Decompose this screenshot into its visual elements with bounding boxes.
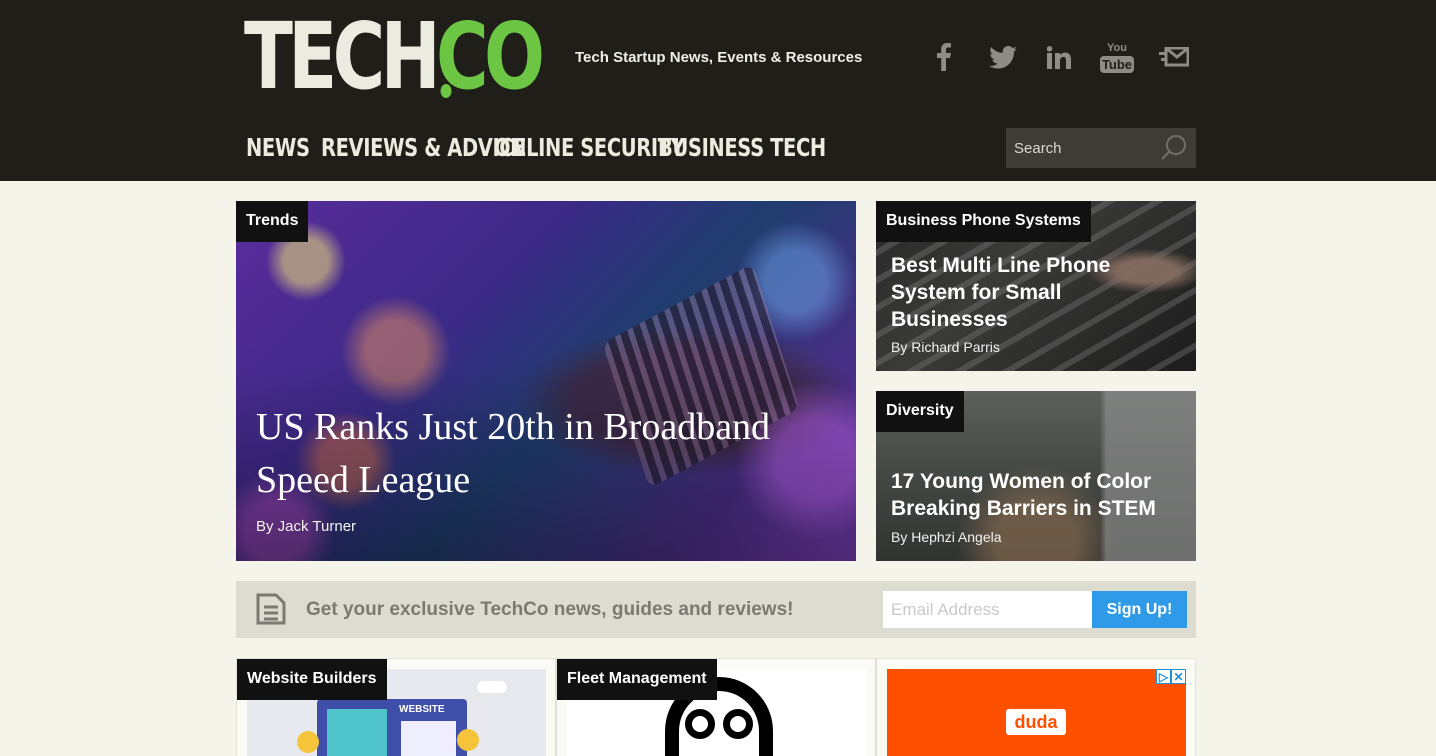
newsletter-promo-text: Get your exclusive TechCo news, guides a…: [306, 599, 794, 620]
side1-article-title[interactable]: Best Multi Line Phone System for Small B…: [891, 252, 1181, 333]
fleet-management-tag[interactable]: Fleet Management: [557, 659, 717, 700]
search-input[interactable]: [1006, 139, 1156, 157]
hero-category-tag[interactable]: Trends: [236, 201, 309, 242]
document-icon: [256, 593, 286, 630]
side1-article-byline: By Richard Parris: [891, 339, 1000, 355]
website-image-label: WEBSITE: [399, 704, 445, 715]
website-builders-tag[interactable]: Website Builders: [237, 659, 387, 700]
logo-co-text: CO: [436, 11, 545, 103]
side2-article-byline: By Hephzi Angela: [891, 529, 1002, 545]
youtube-you-text: You: [1107, 41, 1127, 54]
newsletter-mail-icon[interactable]: [1158, 38, 1190, 76]
search-icon[interactable]: [1160, 134, 1188, 167]
adchoices-icon[interactable]: ▷: [1156, 669, 1171, 684]
side-article-card-2[interactable]: Diversity 17 Young Women of Color Breaki…: [876, 391, 1196, 561]
techco-logo[interactable]: TECH CO: [244, 3, 545, 110]
side2-category-tag[interactable]: Diversity: [876, 391, 964, 432]
email-field[interactable]: [883, 591, 1092, 628]
article-card-fleet-management[interactable]: Fleet Management: [556, 658, 876, 756]
advertisement-slot: duda ▷ ✕: [876, 658, 1196, 756]
logo-tech-text: TECH: [244, 3, 441, 110]
duda-advertisement[interactable]: duda ▷ ✕: [887, 669, 1186, 756]
facebook-icon[interactable]: [933, 38, 955, 76]
twitter-icon[interactable]: [988, 38, 1018, 76]
linkedin-icon[interactable]: [1046, 38, 1072, 76]
logo-co-label: CO: [435, 3, 545, 110]
youtube-tube-text: Tube: [1099, 55, 1135, 73]
article-card-website-builders[interactable]: WEBSITE Website Builders: [236, 658, 556, 756]
youtube-icon[interactable]: You Tube: [1099, 38, 1135, 76]
hero-article-byline: By Jack Turner: [256, 518, 357, 535]
duda-logo: duda: [1006, 709, 1066, 735]
hero-article-title[interactable]: US Ranks Just 20th in Broadband Speed Le…: [256, 401, 816, 507]
search-box: [1006, 128, 1196, 168]
main-nav: News Reviews & Advice Online Security Bu…: [246, 133, 826, 162]
side2-article-title[interactable]: 17 Young Women of Color Breaking Barrier…: [891, 468, 1181, 522]
sign-up-button[interactable]: Sign Up!: [1092, 591, 1187, 628]
side-article-card-1[interactable]: Business Phone Systems Best Multi Line P…: [876, 201, 1196, 371]
nav-item-online-security[interactable]: Online Security: [494, 133, 685, 162]
ad-choices: ▷ ✕: [1156, 669, 1186, 684]
close-icon[interactable]: ✕: [1171, 669, 1186, 684]
nav-item-news[interactable]: News: [246, 133, 310, 162]
newsletter-signup-bar: Get your exclusive TechCo news, guides a…: [236, 581, 1196, 638]
site-header: TECH CO Tech Startup News, Events & Resou…: [0, 0, 1436, 181]
hero-article-card[interactable]: Trends US Ranks Just 20th in Broadband S…: [236, 201, 856, 561]
nav-item-business-tech[interactable]: Business Tech: [658, 133, 826, 162]
side1-category-tag[interactable]: Business Phone Systems: [876, 201, 1091, 242]
site-tagline: Tech Startup News, Events & Resources: [575, 49, 863, 66]
